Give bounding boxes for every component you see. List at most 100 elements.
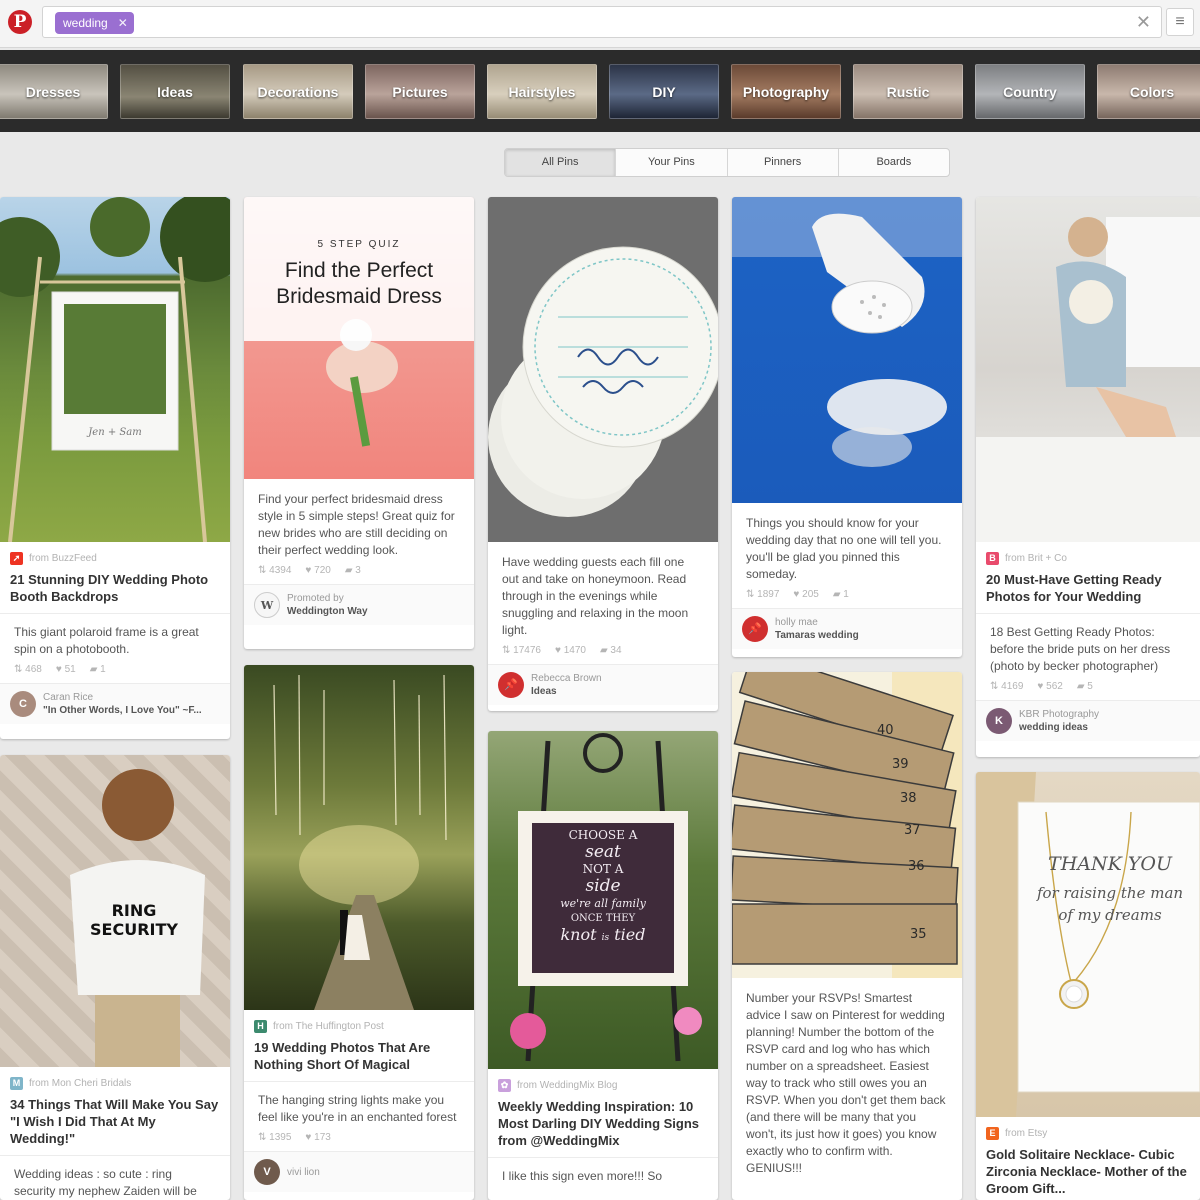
repin-count: ⇅ 468 xyxy=(14,664,42,675)
remove-token-icon[interactable]: ✕ xyxy=(118,12,128,34)
category-country[interactable]: Country xyxy=(975,64,1085,119)
avatar[interactable]: V xyxy=(254,1159,280,1185)
string-lights-illustration xyxy=(273,674,447,1010)
avatar[interactable]: C xyxy=(10,691,36,717)
card-number-label: 38 xyxy=(900,791,917,806)
pin-stats: ⇅ 1897 ♥ 205 ▰ 1 xyxy=(732,589,962,608)
buzzfeed-arrow-icon: ➚ xyxy=(10,552,23,565)
repin-count: ⇅ 4394 xyxy=(258,565,292,576)
pin-image-photobooth[interactable]: Jen + Sam xyxy=(0,197,230,542)
pin-title[interactable]: Gold Solitaire Necklace- Cubic Zirconia … xyxy=(976,1140,1200,1200)
pinner-row[interactable]: 📌 Rebecca Brown Ideas xyxy=(488,664,718,705)
pin-image-bridesmaid-quiz[interactable]: 5 STEP QUIZ Find the Perfect Bridesmaid … xyxy=(244,197,474,479)
search-token[interactable]: wedding ✕ xyxy=(55,12,134,34)
source-label: from Etsy xyxy=(1005,1128,1048,1139)
category-rustic[interactable]: Rustic xyxy=(853,64,963,119)
menu-icon[interactable]: ≡ xyxy=(1166,8,1194,36)
pin-rsvp[interactable]: 40 39 38 37 36 35 Number your RSVPs! Sma… xyxy=(732,672,962,1200)
pin-image-rsvp[interactable]: 40 39 38 37 36 35 xyxy=(732,672,962,978)
rsvp-cards-illustration: 40 39 38 37 36 35 xyxy=(732,672,962,978)
pin-title[interactable]: 21 Stunning DIY Wedding Photo Booth Back… xyxy=(0,565,230,613)
category-diy[interactable]: DIY xyxy=(609,64,719,119)
search-bar[interactable]: wedding ✕ ✕ xyxy=(42,6,1162,38)
necklace-illustration xyxy=(976,772,1200,1117)
tab-your-pins[interactable]: Your Pins xyxy=(615,149,726,176)
quiz-title[interactable]: Find the Perfect Bridesmaid Dress xyxy=(244,258,474,310)
pin-title[interactable]: Weekly Wedding Inspiration: 10 Most Darl… xyxy=(488,1092,718,1157)
quiz-kicker: 5 STEP QUIZ xyxy=(317,239,401,250)
pin-image-baby-powder[interactable] xyxy=(732,197,962,503)
pin-source: B from Brit + Co xyxy=(976,542,1200,565)
pin-photobooth[interactable]: Jen + Sam ➚ from BuzzFeed 21 Stunning DI… xyxy=(0,197,230,739)
pin-string-lights[interactable]: H from The Huffington Post 19 Wedding Ph… xyxy=(244,665,474,1200)
like-count: ♥ 205 xyxy=(793,589,819,600)
category-colors[interactable]: Colors xyxy=(1097,64,1200,119)
huffpost-icon: H xyxy=(254,1020,267,1033)
promoter-avatar[interactable]: W xyxy=(254,592,280,618)
pin-ring-security[interactable]: RING SECURITY M from Mon Cheri Bridals 3… xyxy=(0,755,230,1200)
pinterest-logo-icon[interactable]: P xyxy=(8,10,32,34)
pinner-row[interactable]: K KBR Photography wedding ideas xyxy=(976,700,1200,741)
pinner-row[interactable]: 📌 holly mae Tamaras wedding xyxy=(732,608,962,649)
pin-image-wedding-sign[interactable]: CHOOSE A seat NOT A side we're all famil… xyxy=(488,731,718,1069)
pinner-row[interactable]: V vivi lion xyxy=(244,1151,474,1192)
pin-coasters[interactable]: Have wedding guests each fill one out an… xyxy=(488,197,718,711)
pin-title[interactable]: 19 Wedding Photos That Are Nothing Short… xyxy=(244,1033,474,1081)
like-count: ♥ 562 xyxy=(1037,681,1063,692)
pin-image-getting-ready[interactable] xyxy=(976,197,1200,542)
top-bar: P wedding ✕ ✕ ≡ xyxy=(0,0,1200,48)
pin-filter-tabs: All Pins Your Pins Pinners Boards xyxy=(504,148,950,177)
pin-wedding-sign[interactable]: CHOOSE A seat NOT A side we're all famil… xyxy=(488,731,718,1200)
board-name[interactable]: "In Other Words, I Love You" ~F... xyxy=(43,704,202,717)
pin-description: Find your perfect bridesmaid dress style… xyxy=(258,492,455,557)
pinner-name[interactable]: KBR Photography xyxy=(1019,708,1099,721)
source-label: from BuzzFeed xyxy=(29,553,97,564)
board-name[interactable]: Ideas xyxy=(531,685,602,698)
pin-description: Things you should know for your wedding … xyxy=(746,516,942,581)
avatar[interactable]: 📌 xyxy=(498,672,524,698)
card-number-label: 39 xyxy=(892,757,909,772)
search-token-label: wedding xyxy=(63,16,108,30)
pin-source: H from The Huffington Post xyxy=(244,1010,474,1033)
brit-co-icon: B xyxy=(986,552,999,565)
tab-pinners[interactable]: Pinners xyxy=(726,149,838,176)
pin-title[interactable]: 34 Things That Will Make You Say "I Wish… xyxy=(0,1090,230,1155)
card-text: THANK YOU for raising the man of my drea… xyxy=(1036,853,1184,924)
category-photography[interactable]: Photography xyxy=(731,64,841,119)
promoted-row[interactable]: W Promoted by Weddington Way xyxy=(244,584,474,625)
pin-getting-ready[interactable]: B from Brit + Co 20 Must-Have Getting Re… xyxy=(976,197,1200,757)
pin-necklace[interactable]: THANK YOU for raising the man of my drea… xyxy=(976,772,1200,1200)
pinner-name[interactable]: Caran Rice xyxy=(43,691,202,704)
getting-ready-illustration xyxy=(976,217,1200,542)
pinner-name[interactable]: Rebecca Brown xyxy=(531,672,602,685)
pin-baby-powder[interactable]: Things you should know for your wedding … xyxy=(732,197,962,657)
pinner-row[interactable]: C Caran Rice "In Other Words, I Love You… xyxy=(0,683,230,724)
pin-source: E from Etsy xyxy=(976,1117,1200,1140)
avatar[interactable]: K xyxy=(986,708,1012,734)
pinner-name[interactable]: vivi lion xyxy=(287,1166,320,1179)
board-name[interactable]: Tamaras wedding xyxy=(775,629,859,642)
avatar[interactable]: 📌 xyxy=(742,616,768,642)
promoter-name[interactable]: Weddington Way xyxy=(287,605,368,618)
pin-image-coasters[interactable] xyxy=(488,197,718,542)
pin-description: This giant polaroid frame is a great spi… xyxy=(0,613,230,664)
pin-image-necklace[interactable]: THANK YOU for raising the man of my drea… xyxy=(976,772,1200,1117)
category-dresses[interactable]: Dresses xyxy=(0,64,108,119)
clear-search-icon[interactable]: ✕ xyxy=(1136,12,1151,32)
comment-count: ▰ 3 xyxy=(344,565,361,576)
category-decorations[interactable]: Decorations xyxy=(243,64,353,119)
tab-boards[interactable]: Boards xyxy=(837,149,949,176)
category-hairstyles[interactable]: Hairstyles xyxy=(487,64,597,119)
pin-image-string-lights[interactable] xyxy=(244,665,474,1010)
tab-all-pins[interactable]: All Pins xyxy=(505,149,616,176)
pin-title[interactable]: 20 Must-Have Getting Ready Photos for Yo… xyxy=(976,565,1200,613)
category-ideas[interactable]: Ideas xyxy=(120,64,230,119)
category-strip: Dresses Ideas Decorations Pictures Hairs… xyxy=(0,50,1200,132)
pin-image-ring-security[interactable]: RING SECURITY xyxy=(0,755,230,1067)
category-pictures[interactable]: Pictures xyxy=(365,64,475,119)
board-name[interactable]: wedding ideas xyxy=(1019,721,1099,734)
pin-description: I like this sign even more!!! So xyxy=(488,1157,718,1191)
pinner-name[interactable]: holly mae xyxy=(775,616,859,629)
like-count: ♥ 173 xyxy=(305,1132,331,1143)
pin-bridesmaid-quiz[interactable]: 5 STEP QUIZ Find the Perfect Bridesmaid … xyxy=(244,197,474,649)
